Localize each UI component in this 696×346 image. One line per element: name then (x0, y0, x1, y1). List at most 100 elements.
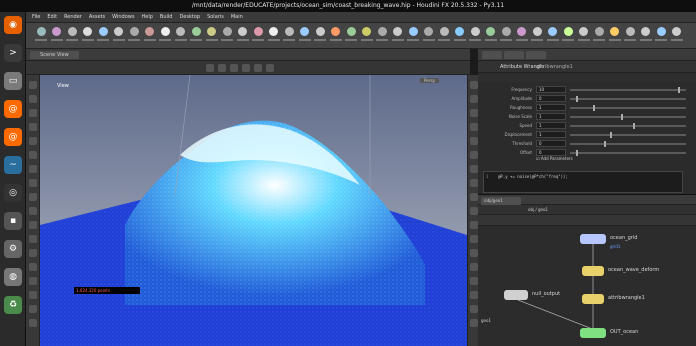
viewport-tool-button[interactable] (29, 193, 37, 201)
param-value-field[interactable]: 1 (536, 104, 566, 111)
viewport-tool-button[interactable] (29, 291, 37, 299)
param-value-field[interactable]: 0 (536, 140, 566, 147)
slider-handle[interactable] (621, 114, 624, 120)
menu-render[interactable]: Render (64, 14, 82, 20)
shelf-tool-icon[interactable] (205, 27, 219, 45)
display-option-button[interactable] (469, 179, 478, 187)
shelf-tool-icon[interactable] (577, 27, 591, 45)
viewport-tool-button[interactable] (29, 277, 37, 285)
shelf-tool-icon[interactable] (112, 27, 126, 45)
viewport-toolbar-button[interactable] (242, 64, 250, 72)
shelf-tool-icon[interactable] (158, 27, 172, 45)
shelf-tool-icon[interactable] (189, 27, 203, 45)
shelf-tool-icon[interactable] (174, 27, 188, 45)
network-editor[interactable]: ocean_grid grid1 ocean_wave_deform attribwr… (478, 226, 696, 346)
param-value-field[interactable]: 0 (536, 95, 566, 102)
tab-channels[interactable] (504, 51, 524, 59)
viewport-tool-button[interactable] (29, 95, 37, 103)
shelf-tool-icon[interactable] (453, 27, 467, 45)
display-option-button[interactable] (469, 81, 478, 89)
viewport-tool-button[interactable] (29, 305, 37, 313)
dock-houdini-icon[interactable]: @ (4, 100, 22, 118)
shelf-tool-icon[interactable] (437, 27, 451, 45)
shelf-tool-icon[interactable] (65, 27, 79, 45)
vex-code-editor[interactable]: 1 @P.y += noise(@P*ch("freq")); (483, 171, 683, 193)
shelf-tool-icon[interactable] (50, 27, 64, 45)
dock-firefox-icon[interactable]: ◉ (4, 16, 22, 34)
display-option-button[interactable] (469, 235, 478, 243)
shelf-tool-icon[interactable] (267, 27, 281, 45)
dock-terminal-icon[interactable]: > (4, 44, 22, 62)
param-slider[interactable] (570, 114, 686, 120)
display-option-button[interactable] (469, 137, 478, 145)
display-option-button[interactable] (469, 109, 478, 117)
viewport-tool-button[interactable] (29, 179, 37, 187)
menu-main[interactable]: Main (231, 14, 243, 20)
dock-houdini-alt-icon[interactable]: @ (4, 128, 22, 146)
viewport-tool-button[interactable] (29, 81, 37, 89)
param-slider[interactable] (570, 132, 686, 138)
shelf-tool-icon[interactable] (639, 27, 653, 45)
param-slider[interactable] (570, 96, 686, 102)
tab-parameters[interactable] (482, 51, 502, 59)
shelf-tool-icon[interactable] (422, 27, 436, 45)
node-name-field[interactable]: attribwrangle1 (536, 64, 573, 70)
shelf-tool-icon[interactable] (406, 27, 420, 45)
viewport-toolbar-button[interactable] (266, 64, 274, 72)
param-slider[interactable] (570, 87, 686, 93)
slider-handle[interactable] (678, 87, 681, 93)
display-option-button[interactable] (469, 95, 478, 103)
menu-desktop[interactable]: Desktop (179, 14, 200, 20)
shelf-tool-icon[interactable] (282, 27, 296, 45)
shelf-tool-icon[interactable] (251, 27, 265, 45)
display-option-button[interactable] (469, 319, 478, 327)
shelf-tool-icon[interactable] (484, 27, 498, 45)
slider-handle[interactable] (592, 105, 595, 111)
shelf-tool-icon[interactable] (391, 27, 405, 45)
menu-edit[interactable]: Edit (47, 14, 57, 20)
dock-disk-icon[interactable]: ◍ (4, 268, 22, 286)
display-option-button[interactable] (469, 207, 478, 215)
viewport-tool-button[interactable] (29, 165, 37, 173)
shelf-tool-icon[interactable] (546, 27, 560, 45)
slider-handle[interactable] (604, 141, 607, 147)
display-option-button[interactable] (469, 151, 478, 159)
camera-menu[interactable]: Persp (420, 78, 439, 83)
viewport-tool-button[interactable] (29, 207, 37, 215)
shelf-tool-icon[interactable] (561, 27, 575, 45)
network-path[interactable]: obj / geo1 (528, 207, 548, 212)
tab-network[interactable]: /obj/geo1 (481, 197, 521, 205)
network-node[interactable] (580, 234, 606, 244)
shelf-tool-icon[interactable] (623, 27, 637, 45)
shelf-tool-icon[interactable] (143, 27, 157, 45)
menu-help[interactable]: Help (141, 14, 152, 20)
viewport-tool-button[interactable] (29, 221, 37, 229)
param-slider[interactable] (570, 150, 686, 156)
dock-obs-icon[interactable]: ◎ (4, 184, 22, 202)
param-value-field[interactable]: 1 (536, 122, 566, 129)
dock-files-icon[interactable]: ▭ (4, 72, 22, 90)
display-option-button[interactable] (469, 123, 478, 131)
viewport-tool-button[interactable] (29, 109, 37, 117)
shelf-tool-icon[interactable] (298, 27, 312, 45)
menu-file[interactable]: File (32, 14, 40, 20)
3d-viewport[interactable]: View Persp 1,624,320 points (40, 75, 467, 346)
shelf-tool-icon[interactable] (608, 27, 622, 45)
network-node[interactable] (580, 328, 606, 338)
viewport-tool-button[interactable] (29, 263, 37, 271)
display-option-button[interactable] (469, 249, 478, 257)
network-node[interactable] (582, 266, 604, 276)
shelf-tool-icon[interactable] (329, 27, 343, 45)
param-value-field[interactable]: 10 (536, 86, 566, 93)
shelf-tool-icon[interactable] (96, 27, 110, 45)
menu-solaris[interactable]: Solaris (207, 14, 224, 20)
dock-app-icon[interactable]: ▪ (4, 212, 22, 230)
viewport-tool-button[interactable] (29, 151, 37, 159)
shelf-tool-icon[interactable] (127, 27, 141, 45)
display-option-button[interactable] (469, 305, 478, 313)
viewport-tool-button[interactable] (29, 249, 37, 257)
tab-take-list[interactable] (526, 51, 546, 59)
network-node[interactable] (582, 294, 604, 304)
menu-build[interactable]: Build (160, 14, 173, 20)
slider-handle[interactable] (575, 150, 578, 156)
